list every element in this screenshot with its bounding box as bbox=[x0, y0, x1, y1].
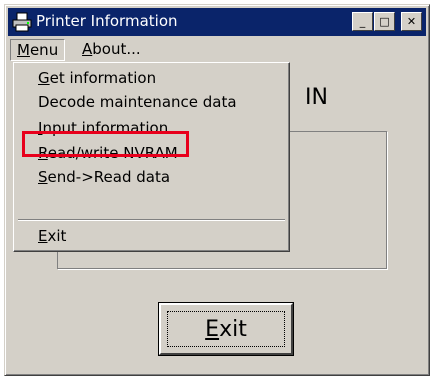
minimize-icon: _ bbox=[359, 15, 366, 28]
printer-information-window: Printer Information _ □ ✕ Menu About... … bbox=[4, 4, 430, 376]
close-button[interactable]: ✕ bbox=[401, 12, 422, 31]
menu-dropdown: Get information Decode maintenance data … bbox=[13, 62, 290, 252]
close-icon: ✕ bbox=[406, 15, 417, 28]
menu-about[interactable]: About... bbox=[76, 39, 147, 59]
menu-about-accel: A bbox=[82, 40, 93, 58]
menu-about-label: bout... bbox=[92, 40, 141, 58]
menu-item-get-information[interactable]: Get information bbox=[38, 67, 156, 89]
exit-button-label: Exit bbox=[167, 311, 285, 347]
menu-item-label: end->Read data bbox=[47, 168, 171, 186]
menu-item-exit[interactable]: Exit bbox=[38, 225, 66, 247]
title-bar[interactable]: Printer Information _ □ ✕ bbox=[8, 8, 426, 36]
highlight-annotation bbox=[22, 131, 189, 157]
menu-item-accel: S bbox=[38, 168, 48, 186]
menu-item-label: xit bbox=[47, 227, 67, 245]
menu-item-label: Decode maintenance data bbox=[38, 93, 237, 111]
menu-separator bbox=[18, 219, 285, 221]
menu-bar: Menu About... bbox=[8, 37, 426, 61]
menu-item-decode-maintenance-data[interactable]: Decode maintenance data bbox=[38, 91, 237, 113]
maximize-button[interactable]: □ bbox=[374, 12, 395, 31]
printer-icon[interactable] bbox=[12, 12, 32, 32]
window-title: Printer Information bbox=[36, 12, 178, 30]
menu-menu[interactable]: Menu bbox=[10, 39, 66, 61]
heading-fragment: IN bbox=[305, 85, 328, 110]
menu-item-accel: G bbox=[38, 69, 50, 87]
menu-menu-label: enu bbox=[29, 41, 59, 59]
minimize-button[interactable]: _ bbox=[352, 12, 373, 31]
menu-item-label: et information bbox=[49, 69, 157, 87]
menu-menu-accel: M bbox=[17, 41, 30, 59]
menu-item-send-read-data[interactable]: Send->Read data bbox=[38, 166, 170, 188]
maximize-icon: □ bbox=[379, 15, 390, 28]
exit-button-accel: E bbox=[205, 317, 220, 342]
exit-button[interactable]: Exit bbox=[159, 303, 293, 355]
exit-button-text: xit bbox=[219, 317, 247, 342]
